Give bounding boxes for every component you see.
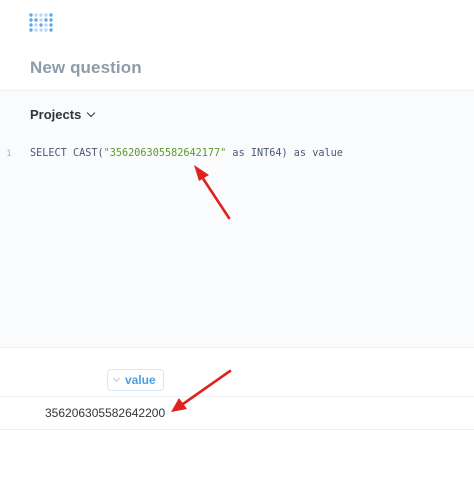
- page-title: New question: [30, 58, 142, 77]
- query-editor-page: New question Projects 1 SELECT CAST("356…: [0, 0, 474, 495]
- sql-alias: value: [312, 148, 343, 159]
- sql-keyword: SELECT: [30, 148, 67, 159]
- sql-string-literal: "356206305582642177": [103, 148, 227, 159]
- sql-editor[interactable]: 1 SELECT CAST("356206305582642177" as IN…: [0, 141, 474, 348]
- database-label: Projects: [30, 107, 82, 122]
- sql-type: INT64): [250, 148, 288, 159]
- result-header-row: value: [0, 362, 474, 397]
- database-select[interactable]: Projects: [30, 107, 96, 122]
- chevron-down-icon: [87, 108, 96, 118]
- sql-function: CAST(: [72, 148, 104, 159]
- table-row: 356206305582642200: [0, 397, 474, 430]
- sql-keyword: as: [226, 148, 251, 159]
- line-number: 1: [6, 149, 12, 159]
- column-header-label: value: [125, 373, 156, 387]
- metabase-logo-icon[interactable]: [28, 12, 54, 34]
- database-picker-bar: Projects: [0, 90, 474, 142]
- table-cell[interactable]: 356206305582642200: [45, 406, 165, 420]
- column-header[interactable]: value: [107, 369, 164, 391]
- chevron-down-icon: [112, 374, 121, 383]
- sql-keyword: as: [287, 148, 313, 159]
- code-line[interactable]: SELECT CAST("356206305582642177" as INT6…: [30, 148, 343, 159]
